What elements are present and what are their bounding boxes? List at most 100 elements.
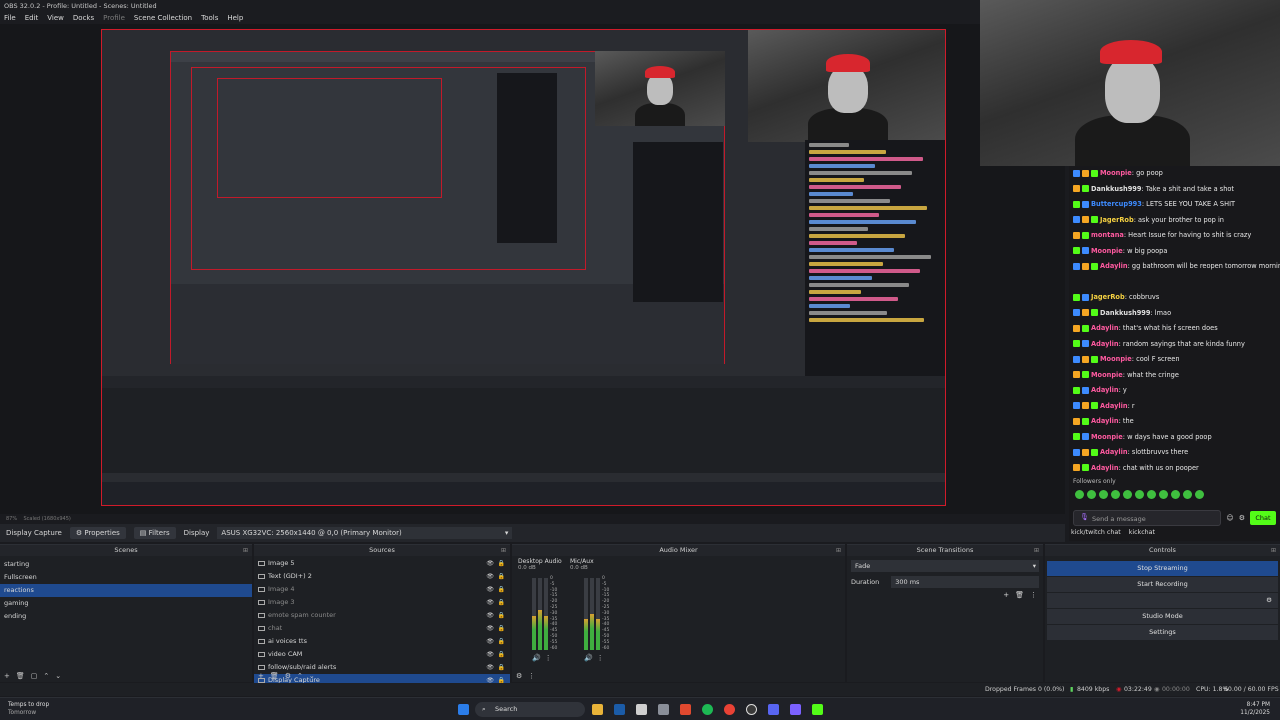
scene-item[interactable]: Fullscreen <box>0 571 252 584</box>
more-icon[interactable]: ⋮ <box>528 672 535 680</box>
source-settings-icon[interactable]: ⚙ <box>285 672 291 680</box>
source-item[interactable]: emote spam counter 👁 🔒 <box>254 609 510 622</box>
move-down-icon[interactable]: ⌄ <box>55 672 61 680</box>
app-icon[interactable] <box>790 704 801 715</box>
source-item[interactable]: Text (GDI+) 2 👁 🔒 <box>254 570 510 583</box>
lock-icon[interactable]: 🔒 <box>498 648 505 661</box>
studio-mode-button[interactable]: Studio Mode <box>1047 609 1278 624</box>
scene-item[interactable]: ending <box>0 610 252 623</box>
lock-icon[interactable]: 🔒 <box>498 635 505 648</box>
chat-input[interactable]: Send a message <box>1073 510 1222 526</box>
visibility-icon[interactable]: 👁 <box>486 609 494 622</box>
add-scene-button[interactable]: + <box>4 672 10 680</box>
visibility-icon[interactable]: 👁 <box>486 648 494 661</box>
lock-icon[interactable]: 🔒 <box>498 622 505 635</box>
settings-icon[interactable]: ⚙ <box>1239 514 1245 522</box>
scene-item[interactable]: starting <box>0 558 252 571</box>
source-item[interactable]: chat 👁 🔒 <box>254 622 510 635</box>
remove-scene-button[interactable]: 🗑 <box>16 672 25 680</box>
chat-send-button[interactable]: Chat <box>1250 511 1276 525</box>
start-virtual-camera-button[interactable]: ⚙ <box>1047 593 1278 608</box>
stop-streaming-button[interactable]: Stop Streaming <box>1047 561 1278 576</box>
transition-type-select[interactable]: Fade ▾ <box>851 560 1039 572</box>
source-item[interactable]: Image 4 👁 🔒 <box>254 583 510 596</box>
menu-item-profile[interactable]: Profile <box>103 12 125 24</box>
visibility-icon[interactable]: 👁 <box>486 583 494 596</box>
lock-icon[interactable]: 🔒 <box>498 570 505 583</box>
chrome-icon[interactable] <box>724 704 735 715</box>
lock-icon[interactable]: 🔒 <box>498 583 505 596</box>
lock-icon[interactable]: 🔒 <box>498 596 505 609</box>
menu-item-docks[interactable]: Docks <box>73 12 94 24</box>
brave-icon[interactable] <box>680 704 691 715</box>
menu-item-view[interactable]: View <box>47 12 64 24</box>
move-up-icon[interactable]: ⌃ <box>297 672 303 680</box>
source-item[interactable]: ai voices tts 👁 🔒 <box>254 635 510 648</box>
visibility-icon[interactable]: 👁 <box>486 557 494 570</box>
more-icon[interactable]: ⋮ <box>545 654 552 662</box>
source-item[interactable]: Image 5 👁 🔒 <box>254 557 510 570</box>
tab-kickchat[interactable]: kickchat <box>1129 529 1155 541</box>
scenes-dock: Scenes ⊞ starting Fullscreen reactions gamin… <box>0 544 252 682</box>
menu-item-edit[interactable]: Edit <box>25 12 39 24</box>
chat-text: : w days have a good poop <box>1122 432 1212 441</box>
speaker-icon[interactable]: 🔊 <box>532 654 541 662</box>
remove-source-button[interactable]: 🗑 <box>270 672 279 680</box>
settings-icon[interactable] <box>658 704 669 715</box>
spotify-icon[interactable] <box>702 704 713 715</box>
scene-filters-icon[interactable]: ▢ <box>31 672 38 680</box>
duration-input[interactable]: 300 ms <box>891 576 1039 588</box>
source-item[interactable]: Image 3 👁 🔒 <box>254 596 510 609</box>
weather-widget[interactable]: Temps to drop Tomorrow <box>8 701 49 717</box>
terminal-icon[interactable] <box>636 704 647 715</box>
lock-icon[interactable]: 🔒 <box>498 557 505 570</box>
windows-start-icon[interactable] <box>458 704 469 715</box>
scene-item[interactable]: gaming <box>0 597 252 610</box>
source-item[interactable]: video CAM 👁 🔒 <box>254 648 510 661</box>
start-recording-button[interactable]: Start Recording <box>1047 577 1278 592</box>
more-icon[interactable]: ⋮ <box>597 654 604 662</box>
add-transition-button[interactable]: + <box>1003 591 1009 599</box>
more-icon[interactable]: ⋮ <box>1030 591 1037 599</box>
display-select[interactable]: ASUS XG32VC: 2560x1440 @ 0,0 (Primary Mo… <box>217 527 513 539</box>
visibility-icon[interactable]: 👁 <box>486 570 494 583</box>
move-down-icon[interactable]: ⌄ <box>309 672 315 680</box>
duration-label: Duration <box>851 578 880 586</box>
file-explorer-icon[interactable] <box>592 704 603 715</box>
move-up-icon[interactable]: ⌃ <box>43 672 49 680</box>
speaker-icon[interactable]: 🔊 <box>584 654 593 662</box>
preview-canvas[interactable] <box>101 29 946 506</box>
visibility-icon[interactable]: 👁 <box>486 661 494 674</box>
properties-button[interactable]: ⚙ Properties <box>69 527 126 539</box>
lock-icon[interactable]: 🔒 <box>498 661 505 674</box>
menu-item-file[interactable]: File <box>4 12 16 24</box>
discord-icon[interactable] <box>768 704 779 715</box>
clock[interactable]: 8:47 PM 11/2/2025 <box>1240 701 1270 717</box>
tab-kick-twitch-chat[interactable]: kick/twitch chat <box>1071 529 1121 541</box>
virtual-camera-settings-icon[interactable]: ⚙ <box>1266 593 1272 608</box>
steam-icon[interactable] <box>614 704 625 715</box>
kick-icon[interactable] <box>812 704 823 715</box>
filters-button[interactable]: ▤ Filters <box>133 527 176 539</box>
visibility-icon[interactable]: 👁 <box>486 622 494 635</box>
lock-icon[interactable]: 🔒 <box>498 609 505 622</box>
taskbar-search[interactable]: ⌕ Search <box>475 702 585 717</box>
menu-item-tools[interactable]: Tools <box>201 12 218 24</box>
mixer-settings-icon[interactable]: ⚙ <box>516 672 522 680</box>
menu-item-scene-collection[interactable]: Scene Collection <box>134 12 192 24</box>
fps: 60.00 / 60.00 FPS <box>1224 686 1279 693</box>
settings-button[interactable]: Settings <box>1047 625 1278 640</box>
menu-item-help[interactable]: Help <box>227 12 243 24</box>
obs-icon[interactable] <box>746 704 757 715</box>
mic-icon[interactable]: 🎙 <box>1080 513 1089 521</box>
preview-webcam <box>748 30 945 142</box>
emoji-icon[interactable]: ☺ <box>1226 514 1233 522</box>
visibility-icon[interactable]: 👁 <box>486 596 494 609</box>
add-source-button[interactable]: + <box>258 672 264 680</box>
emote-row[interactable] <box>1069 487 1280 501</box>
remove-transition-button[interactable]: 🗑 <box>1015 591 1024 599</box>
chat-message: Adaylin: the <box>1069 414 1280 430</box>
visibility-icon[interactable]: 👁 <box>486 635 494 648</box>
audio-mixer-dock: Audio Mixer ⊞ Desktop Audio 0.0 dB 0 -5 -10 -1… <box>512 544 845 682</box>
scene-item[interactable]: reactions <box>0 584 252 597</box>
